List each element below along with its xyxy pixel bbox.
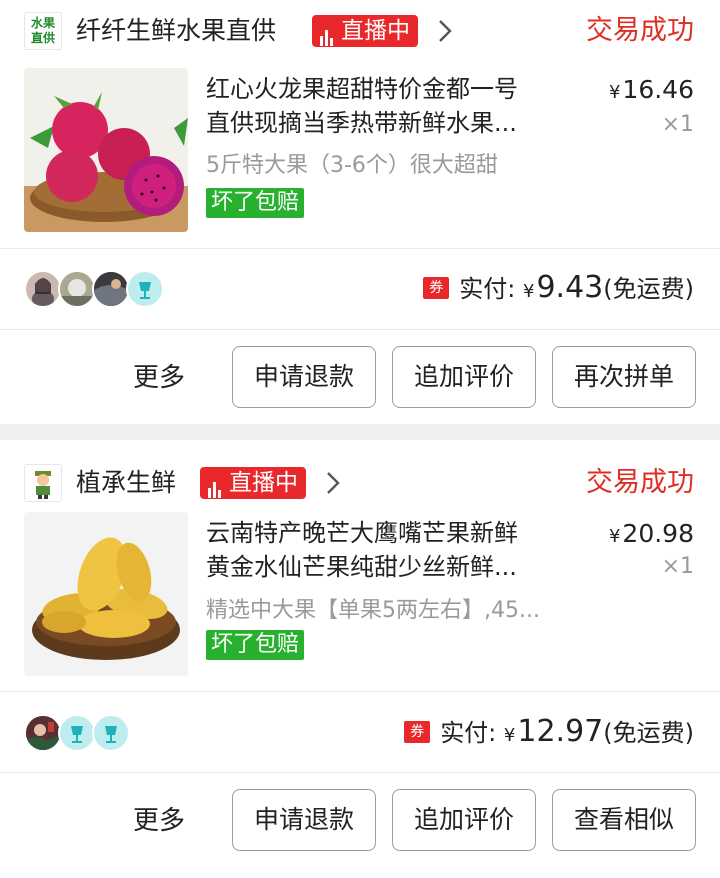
paid-label: 实付: [459,275,516,303]
shipping-note: (免运费) [603,719,694,747]
product-quantity: ×1 [661,554,694,579]
product-spec: 5斤特大果（3-6个）很大超甜 [206,153,498,178]
avatar [92,714,130,752]
avatar [126,270,164,308]
product-title-line: 云南特产晚芒大鹰嘴芒果新鲜 [206,519,518,547]
currency-symbol: ¥ [503,725,516,746]
product-spec: 精选中大果【单果5两左右】,45... [206,598,540,623]
product-price: ¥20.98 [609,518,694,553]
paid-value: 9.43 [536,270,604,305]
order-status: 交易成功 [586,467,694,498]
shop-header[interactable]: 水果 直供 纤纤生鲜水果直供 直播中 交易成功 [0,0,720,62]
shipping-note: (免运费) [603,275,694,303]
shop-name[interactable]: 植承生鲜 [76,467,176,499]
price-value: 20.98 [622,519,694,548]
divider [0,691,720,692]
price-value: 16.46 [622,75,694,104]
live-bars-icon [320,14,335,46]
product-title[interactable]: 红心火龙果超甜特价金都一号 直供现摘当季热带新鲜水果... [206,72,582,140]
shop-logo-text: 直供 [30,31,55,45]
shop-header[interactable]: 植承生鲜 直播中 交易成功 [0,452,720,514]
avatar [58,714,96,752]
buyer-avatars [24,270,174,308]
shop-name[interactable]: 纤纤生鲜水果直供 [76,15,276,47]
buyer-avatars [24,714,134,752]
divider [0,329,720,330]
product-image[interactable] [24,68,188,232]
paid-label: 实付: [440,719,497,747]
currency-symbol: ¥ [523,281,535,302]
reorder-group-button[interactable]: 再次拼单 [552,346,696,408]
product-title-line: 直供现摘当季热带新鲜水果... [206,109,517,137]
coupon-icon: 券 [404,721,431,743]
view-similar-button[interactable]: 查看相似 [552,789,696,851]
avatar [58,270,96,308]
product-price: ¥16.46 [609,74,694,109]
order-card: 水果 直供 纤纤生鲜水果直供 直播中 交易成功 红心火龙果超甜特价金都一号 直供… [0,0,720,424]
chevron-right-icon[interactable] [326,471,340,495]
more-button[interactable]: 更多 [133,803,185,839]
product-quantity: ×1 [661,112,694,137]
shop-logo: 水果 直供 [24,12,62,50]
add-review-button[interactable]: 追加评价 [392,346,536,408]
dragon-fruit-image [24,68,188,232]
farmer-logo-icon [35,471,51,499]
currency-symbol: ¥ [608,82,621,103]
live-badge[interactable]: 直播中 [200,467,306,499]
currency-symbol: ¥ [608,526,621,547]
more-button[interactable]: 更多 [133,360,185,396]
order-card: 植承生鲜 直播中 交易成功 云南特产晚芒大鹰嘴芒果新鲜 黄金水仙芒果纯甜少丝新鲜… [0,440,720,878]
avatar [24,714,62,752]
request-refund-button[interactable]: 申请退款 [232,346,376,408]
product-title-line: 红心火龙果超甜特价金都一号 [206,75,518,103]
guarantee-badge: 坏了包赔 [206,188,305,218]
live-badge[interactable]: 直播中 [312,15,418,47]
divider [0,248,720,249]
product-title-line: 黄金水仙芒果纯甜少丝新鲜... [206,553,517,581]
shop-logo-text: 水果 [30,16,55,30]
shop-logo [24,464,62,502]
avatar [24,270,62,308]
guarantee-badge: 坏了包赔 [206,630,305,660]
live-bars-icon [208,466,223,498]
order-status: 交易成功 [586,15,694,46]
product-title[interactable]: 云南特产晚芒大鹰嘴芒果新鲜 黄金水仙芒果纯甜少丝新鲜... [206,516,582,584]
request-refund-button[interactable]: 申请退款 [232,789,376,851]
divider [0,772,720,773]
paid-amount: 券实付: ¥9.43(免运费) [423,268,694,308]
paid-amount: 券实付: ¥12.97(免运费) [404,712,694,752]
chevron-right-icon[interactable] [438,19,452,43]
live-label: 直播中 [341,18,410,44]
add-review-button[interactable]: 追加评价 [392,789,536,851]
avatar [92,270,130,308]
mango-image [24,512,188,676]
product-image[interactable] [24,512,188,676]
live-label: 直播中 [229,470,298,496]
coupon-icon: 券 [423,277,450,299]
paid-value: 12.97 [517,714,604,749]
